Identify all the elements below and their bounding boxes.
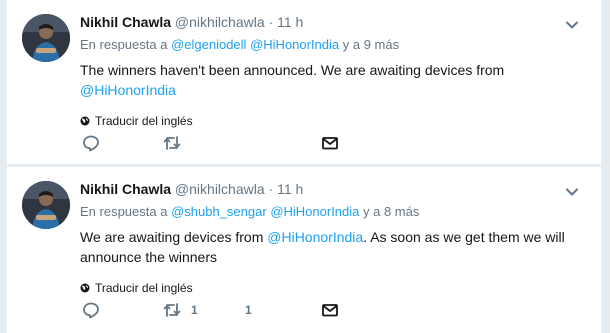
mention-link[interactable]: @HiHonorIndia — [80, 82, 176, 98]
like-count: 1 — [245, 303, 252, 317]
author-name[interactable]: Nikhil Chawla — [80, 181, 171, 197]
reply-more-link[interactable]: y a 8 más — [363, 204, 419, 219]
globe-icon — [80, 116, 90, 126]
timestamp[interactable]: 11 h — [277, 181, 303, 197]
reply-button[interactable] — [82, 134, 100, 152]
chevron-down-icon[interactable] — [565, 185, 579, 199]
avatar-image — [22, 181, 70, 229]
tweet-header: Nikhil Chawla @nikhilchawla · 11 h — [80, 12, 581, 32]
direct-message-icon — [322, 304, 338, 317]
direct-message-button[interactable] — [321, 134, 339, 152]
reply-context: En respuesta a @elgeniodell @HiHonorIndi… — [80, 36, 581, 54]
tweet-content: Nikhil Chawla @nikhilchawla · 11 h En re… — [80, 179, 581, 295]
avatar[interactable] — [22, 14, 70, 62]
tweet-header: Nikhil Chawla @nikhilchawla · 11 h — [80, 179, 581, 199]
reply-prefix: En respuesta a — [80, 204, 168, 219]
translate-label: Traducir del inglés — [95, 114, 193, 128]
tweet-text-part: We are awaiting devices from — [80, 229, 264, 245]
tweet-actions — [80, 134, 380, 152]
avatar[interactable] — [22, 181, 70, 229]
reply-button[interactable] — [82, 301, 100, 319]
reply-user-link[interactable]: @elgeniodell — [171, 37, 246, 52]
like-button[interactable]: 1 — [245, 301, 252, 319]
tweet-content: Nikhil Chawla @nikhilchawla · 11 h En re… — [80, 12, 581, 128]
separator-dot: · — [268, 181, 274, 197]
tweet-actions: 1 1 — [80, 301, 380, 319]
direct-message-button[interactable] — [321, 301, 339, 319]
retweet-icon — [163, 303, 181, 317]
reply-user-link[interactable]: @HiHonorIndia — [250, 37, 339, 52]
retweet-button[interactable]: 1 — [163, 301, 198, 319]
author-handle[interactable]: @nikhilchawla — [175, 14, 265, 30]
tweet-text: The winners haven't been announced. We a… — [80, 60, 581, 100]
reply-user-link[interactable]: @HiHonorIndia — [270, 204, 359, 219]
author-name[interactable]: Nikhil Chawla — [80, 14, 171, 30]
reply-more-link[interactable]: y a 9 más — [343, 37, 399, 52]
retweet-count: 1 — [191, 303, 198, 317]
reply-icon — [83, 135, 99, 152]
tweet-text-part: The winners haven't been announced. We a… — [80, 62, 505, 78]
translate-link[interactable]: Traducir del inglés — [80, 114, 581, 128]
retweet-button[interactable] — [163, 134, 191, 152]
timestamp[interactable]: 11 h — [277, 14, 303, 30]
reply-prefix: En respuesta a — [80, 37, 168, 52]
translate-label: Traducir del inglés — [95, 281, 193, 295]
separator-dot: · — [268, 14, 274, 30]
translate-link[interactable]: Traducir del inglés — [80, 281, 581, 295]
direct-message-icon — [322, 137, 338, 150]
chevron-down-icon[interactable] — [565, 18, 579, 32]
reply-user-link[interactable]: @shubh_sengar — [171, 204, 267, 219]
reply-context: En respuesta a @shubh_sengar @HiHonorInd… — [80, 203, 581, 221]
tweet-2[interactable]: Nikhil Chawla @nikhilchawla · 11 h En re… — [6, 167, 602, 333]
tweet-1[interactable]: Nikhil Chawla @nikhilchawla · 11 h En re… — [6, 0, 602, 165]
mention-link[interactable]: @HiHonorIndia — [267, 229, 363, 245]
globe-icon — [80, 283, 90, 293]
author-handle[interactable]: @nikhilchawla — [175, 181, 265, 197]
tweet-text: We are awaiting devices from @HiHonorInd… — [80, 227, 581, 267]
timeline: Nikhil Chawla @nikhilchawla · 11 h En re… — [6, 0, 602, 333]
retweet-icon — [163, 136, 181, 150]
reply-icon — [83, 302, 99, 319]
avatar-image — [22, 14, 70, 62]
